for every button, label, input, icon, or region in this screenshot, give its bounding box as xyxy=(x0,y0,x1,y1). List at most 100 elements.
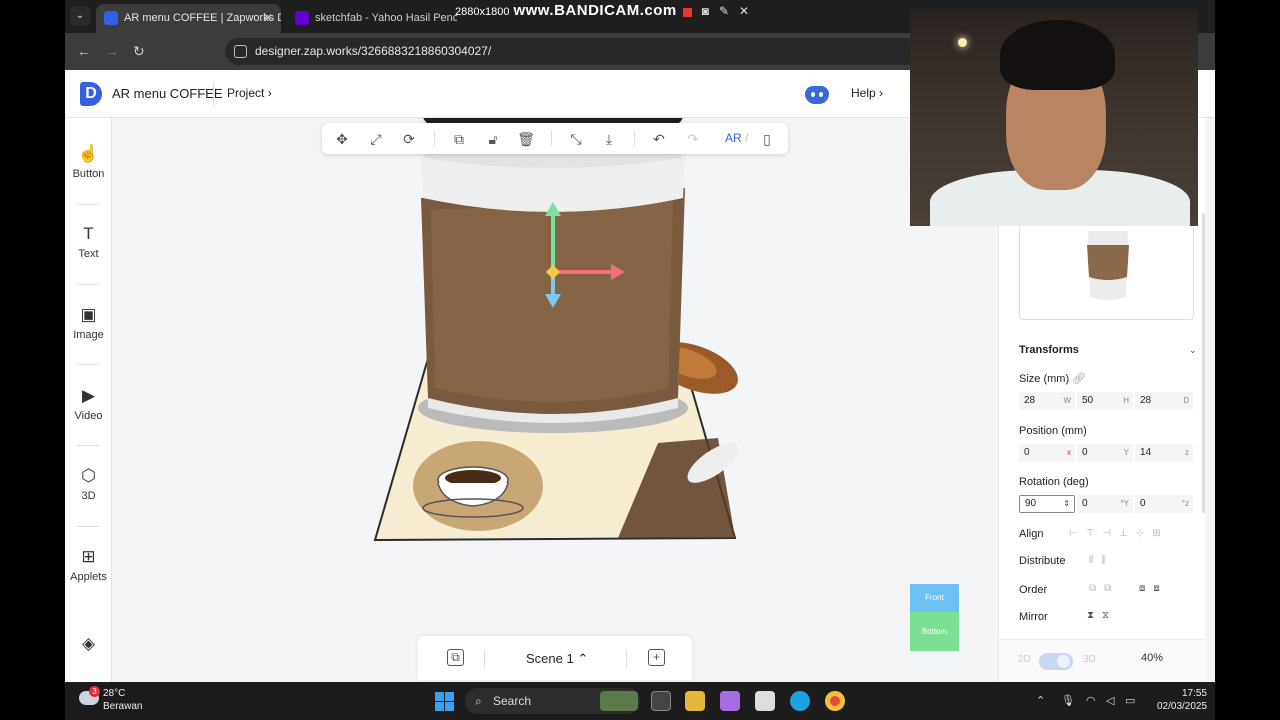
pencil-icon[interactable]: ✎ xyxy=(719,4,729,18)
sidebar-item-text[interactable]: T Text xyxy=(65,224,112,260)
screen-border-right xyxy=(1215,0,1280,720)
rotation-y-field[interactable]: 0 °Y xyxy=(1077,495,1133,513)
project-menu[interactable]: Project › xyxy=(227,86,272,100)
tab-search-dropdown[interactable]: ⌄ xyxy=(70,6,90,26)
copilot-icon[interactable] xyxy=(720,691,740,711)
view-cube-bottom[interactable]: Bottom xyxy=(910,612,959,651)
phone-icon[interactable]: ▯ xyxy=(757,129,777,149)
volume-icon[interactable]: ◁ xyxy=(1106,694,1114,707)
2d-3d-toggle[interactable] xyxy=(1039,653,1073,670)
cup-thumbnail-icon xyxy=(1087,231,1129,300)
weather-temp: 28°C xyxy=(103,688,126,699)
chrome-icon[interactable] xyxy=(825,691,845,711)
edge-icon[interactable] xyxy=(790,691,810,711)
rotation-x-field[interactable]: 90 ⇕ xyxy=(1019,495,1075,513)
3d-viewport[interactable] xyxy=(113,118,998,682)
ar-mode-toggle[interactable]: AR / xyxy=(725,131,748,145)
size-h-value: 50 xyxy=(1082,395,1094,406)
sidebar-item-applets[interactable]: ⊞ Applets xyxy=(65,547,112,583)
tab-ar-menu-coffee[interactable]: AR menu COFFEE | Zapworks De ✕ xyxy=(96,4,281,33)
distribute-icons[interactable]: ⫴⫼ xyxy=(1089,555,1114,566)
scale-icon[interactable]: ⤢ xyxy=(366,129,386,149)
size-d-field[interactable]: 28 D xyxy=(1135,392,1193,410)
reload-icon[interactable]: ↻ xyxy=(133,43,145,60)
sidebar-item-image[interactable]: ▣ Image xyxy=(65,305,112,341)
chevron-right-icon: › xyxy=(267,86,272,100)
view-cube-front[interactable]: Front xyxy=(910,584,959,612)
tab-sketchfab[interactable]: sketchfab - Yahoo Hasil Pencari xyxy=(287,4,457,33)
link-icon[interactable]: 🔗︎ xyxy=(1072,372,1086,385)
wifi-icon[interactable]: ◠ xyxy=(1086,694,1096,707)
mode-3d-label[interactable]: 3D xyxy=(1083,654,1096,665)
sidebar-item-3d[interactable]: ⬡ 3D xyxy=(65,466,112,502)
mirror-icons[interactable]: ⧗⧖ xyxy=(1087,610,1117,620)
record-icon[interactable] xyxy=(682,7,692,17)
position-x-field[interactable]: 0x xyxy=(1019,444,1075,462)
stepper-icon[interactable]: ⇕ xyxy=(1063,496,1070,512)
recorder-brand: www.BANDICAM.com xyxy=(513,2,677,19)
search-highlight-image[interactable] xyxy=(600,691,638,711)
rotation-z-field[interactable]: 0 °z xyxy=(1135,495,1193,513)
task-view-icon[interactable] xyxy=(651,691,671,711)
align-label: Align xyxy=(1019,528,1044,540)
sidebar-divider xyxy=(77,445,99,446)
chevron-down-icon[interactable]: ⌄ xyxy=(1189,345,1197,356)
redo-icon[interactable]: ↷ xyxy=(683,129,703,149)
file-explorer-icon[interactable] xyxy=(685,691,705,711)
layers-button[interactable]: ◈ xyxy=(65,634,112,658)
sidebar-item-label: Button xyxy=(72,168,105,180)
weather-widget[interactable]: 28°C Berawan xyxy=(103,687,142,713)
add-scene-icon[interactable]: + xyxy=(648,649,665,666)
unlock-icon[interactable]: 🔓︎ xyxy=(483,129,503,149)
panel-scrollbar[interactable] xyxy=(1202,213,1205,513)
battery-icon[interactable]: ▭ xyxy=(1125,694,1135,707)
order-icons[interactable]: ⧈⧈ xyxy=(1139,583,1168,594)
url-field[interactable]: designer.zap.works/3266883218860304027/ xyxy=(225,38,985,65)
camera-icon[interactable]: ◙ xyxy=(702,4,709,18)
collapse-icon[interactable]: ⤡ xyxy=(566,129,586,149)
position-y-value: 0 xyxy=(1082,447,1088,458)
move-icon[interactable]: ✥ xyxy=(332,129,352,149)
discord-icon[interactable] xyxy=(805,86,829,104)
forward-icon[interactable]: → xyxy=(105,43,119,59)
recorder-resolution: 2880x1800 xyxy=(455,6,510,18)
scene-canvas[interactable] xyxy=(113,118,998,682)
size-w-field[interactable]: 28 W xyxy=(1019,392,1075,410)
taskbar-clock[interactable]: 17:55 02/03/2025 xyxy=(1157,687,1207,713)
view-cube[interactable]: Front Bottom xyxy=(910,584,959,651)
rotation-label: Rotation (deg) xyxy=(1019,476,1089,488)
order-icons-disabled[interactable]: ⧉⧉ xyxy=(1089,583,1119,594)
position-y-field[interactable]: 0Y xyxy=(1077,444,1133,462)
zoom-level[interactable]: 40% xyxy=(1141,652,1163,664)
size-h-field[interactable]: 50 H xyxy=(1077,392,1133,410)
sidebar-item-video[interactable]: ▶ Video xyxy=(65,386,112,422)
position-z-field[interactable]: 14 z xyxy=(1135,444,1193,462)
help-menu[interactable]: Help › xyxy=(851,86,883,100)
chevron-up-icon[interactable]: ⌃ xyxy=(1036,694,1045,707)
mode-2d-label[interactable]: 2D xyxy=(1018,654,1031,665)
position-y-unit: Y xyxy=(1123,448,1129,457)
hand-icon: ☝ xyxy=(77,144,100,163)
project-title[interactable]: AR menu COFFEE xyxy=(112,86,223,101)
site-info-icon[interactable] xyxy=(234,45,247,58)
delete-icon[interactable]: 🗑︎ xyxy=(516,129,536,149)
transforms-heading[interactable]: Transforms xyxy=(1019,344,1079,356)
drop-to-floor-icon[interactable]: ⤓ xyxy=(599,129,619,149)
position-z-value: 14 xyxy=(1140,447,1152,458)
sidebar-item-button[interactable]: ☝ Button xyxy=(65,144,112,180)
search-label: Search xyxy=(493,694,532,708)
rotate-icon[interactable]: ⟳ xyxy=(399,129,419,149)
store-icon[interactable] xyxy=(755,691,775,711)
windows-start-icon[interactable] xyxy=(435,692,454,711)
close-icon[interactable]: ✕ xyxy=(263,11,273,25)
duplicate-scene-icon[interactable]: ⧉ xyxy=(447,649,464,666)
undo-icon[interactable]: ↶ xyxy=(649,129,669,149)
sidebar-item-label: 3D xyxy=(81,490,96,502)
align-icons[interactable]: ⊢⊤⊣⊥⊹⊞ xyxy=(1069,528,1169,539)
close-icon[interactable]: ✕ xyxy=(739,4,749,18)
microphone-icon[interactable]: 🎙︎ xyxy=(1061,694,1075,707)
back-icon[interactable]: ← xyxy=(77,43,91,59)
scene-dropdown[interactable]: Scene 1 ⌃ xyxy=(526,651,588,667)
duplicate-icon[interactable]: ⧉ xyxy=(449,129,469,149)
zapworks-logo[interactable]: D xyxy=(80,82,102,106)
